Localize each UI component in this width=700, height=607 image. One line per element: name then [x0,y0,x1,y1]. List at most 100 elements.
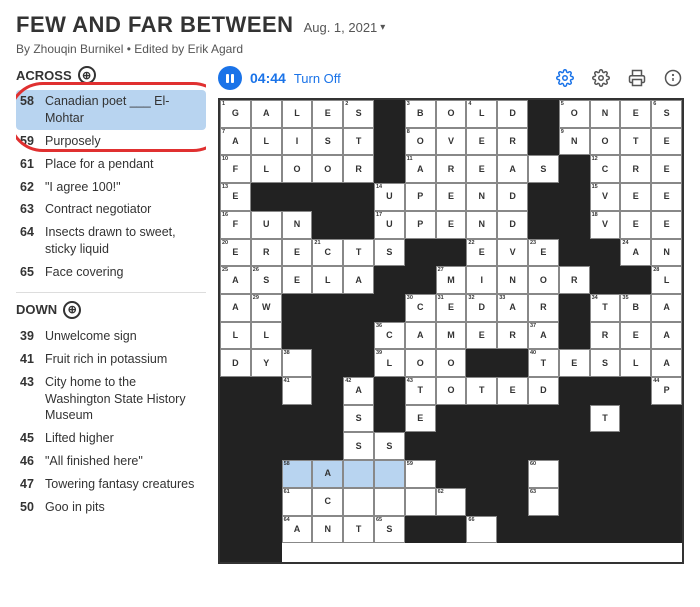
grid-cell[interactable]: L [251,322,282,350]
grid-cell[interactable]: S [528,155,559,183]
grid-cell[interactable]: R [497,128,528,156]
grid-cell[interactable]: 20E [220,239,251,267]
clue-item-61-across[interactable]: 61 Place for a pendant [16,153,206,176]
grid-cell[interactable]: A [220,294,251,322]
grid-cell[interactable]: 66 [466,516,497,544]
grid-cell[interactable] [374,488,405,516]
grid-cell[interactable]: U [251,211,282,239]
grid-cell[interactable]: 23E [528,239,559,267]
grid-cell[interactable]: 59 [405,460,436,488]
grid-cell[interactable]: 31E [436,294,467,322]
grid-cell[interactable]: S [343,432,374,460]
clue-item-39-down[interactable]: 39 Unwelcome sign [16,325,206,348]
grid-cell[interactable]: 10F [220,155,251,183]
grid-cell[interactable]: 44P [651,377,682,405]
grid-cell[interactable]: E [620,100,651,128]
grid-cell[interactable]: 29W [251,294,282,322]
grid-cell[interactable]: 2S [343,100,374,128]
grid-cell[interactable]: 12C [590,155,621,183]
grid-cell[interactable]: E [466,128,497,156]
clue-item-50-down[interactable]: 50 Goo in pits [16,496,206,519]
grid-cell[interactable]: R [436,155,467,183]
grid-cell[interactable]: T [590,405,621,433]
grid-cell[interactable]: N [282,211,313,239]
grid-cell[interactable]: 25A [220,266,251,294]
grid-cell[interactable]: E [282,239,313,267]
grid-cell[interactable]: E [651,183,682,211]
grid-cell[interactable]: E [651,211,682,239]
grid-cell[interactable]: 27M [436,266,467,294]
grid-cell[interactable]: S [343,405,374,433]
grid-cell[interactable]: V [497,239,528,267]
options-icon[interactable] [590,67,612,89]
clue-item-63-across[interactable]: 63 Contract negotiator [16,198,206,221]
grid-cell[interactable]: 30C [405,294,436,322]
grid-cell[interactable]: O [436,377,467,405]
grid-cell[interactable]: P [405,211,436,239]
grid-cell[interactable]: 22E [466,239,497,267]
grid-cell[interactable]: E [651,155,682,183]
grid-cell[interactable]: 41 [282,377,313,405]
grid-cell[interactable]: 8O [405,128,436,156]
grid-cell[interactable] [343,460,374,488]
grid-cell[interactable]: 11A [405,155,436,183]
grid-cell[interactable]: D [497,211,528,239]
grid-cell[interactable]: 39L [374,349,405,377]
clue-item-43-down[interactable]: 43 City home to the Washington State His… [16,371,206,428]
grid-cell[interactable]: E [436,183,467,211]
grid-cell[interactable]: 33A [497,294,528,322]
grid-cell[interactable]: N [466,183,497,211]
grid-cell[interactable]: 37A [528,322,559,350]
grid-cell[interactable]: L [251,155,282,183]
grid-cell[interactable]: O [405,349,436,377]
grid-cell[interactable]: A [497,155,528,183]
grid-cell[interactable]: S [590,349,621,377]
grid-cell[interactable]: 6S [651,100,682,128]
grid-cell[interactable]: D [220,349,251,377]
grid-cell[interactable]: M [436,322,467,350]
clue-item-62-across[interactable]: 62 "I agree 100!" [16,176,206,199]
grid-cell[interactable]: E [282,266,313,294]
grid-cell[interactable]: 13E [220,183,251,211]
grid-cell[interactable]: 24A [620,239,651,267]
grid-cell[interactable]: 9N [559,128,590,156]
grid-cell[interactable]: L [620,349,651,377]
print-icon[interactable] [626,67,648,89]
grid-cell[interactable]: E [651,128,682,156]
grid-cell[interactable]: 16F [220,211,251,239]
grid-cell[interactable]: A [343,266,374,294]
grid-cell[interactable]: A [651,294,682,322]
grid-cell[interactable]: E [620,211,651,239]
grid-cell[interactable]: E [405,405,436,433]
grid-cell[interactable]: 28L [651,266,682,294]
grid-cell[interactable]: R [251,239,282,267]
info-icon[interactable] [662,67,684,89]
grid-cell[interactable]: R [343,155,374,183]
grid-cell[interactable]: N [312,516,343,544]
grid-cell[interactable]: V [436,128,467,156]
grid-cell[interactable]: I [466,266,497,294]
grid-cell[interactable]: E [312,100,343,128]
grid-cell[interactable] [374,460,405,488]
grid-cell[interactable]: A [251,100,282,128]
grid-cell[interactable]: 62 [436,488,467,516]
grid-cell[interactable]: 34T [590,294,621,322]
grid-cell[interactable]: 21C [312,239,343,267]
grid-cell[interactable]: 60 [528,460,559,488]
across-expand-btn[interactable]: ⊕ [78,66,96,84]
grid-cell[interactable]: 43T [405,377,436,405]
grid-cell[interactable]: 40T [528,349,559,377]
clue-item-41-down[interactable]: 41 Fruit rich in potassium [16,348,206,371]
grid-cell[interactable]: E [559,349,590,377]
grid-cell[interactable]: R [559,266,590,294]
grid-cell[interactable]: L [312,266,343,294]
grid-cell[interactable]: 58 [282,460,313,488]
grid-cell[interactable]: S [374,239,405,267]
grid-cell[interactable]: T [343,239,374,267]
grid-cell[interactable]: S [374,432,405,460]
grid-cell[interactable]: E [466,322,497,350]
clue-item-59-across[interactable]: 59 Purposely [16,130,206,153]
grid-cell[interactable]: R [590,322,621,350]
grid-cell[interactable]: 36C [374,322,405,350]
grid-cell[interactable]: T [343,128,374,156]
